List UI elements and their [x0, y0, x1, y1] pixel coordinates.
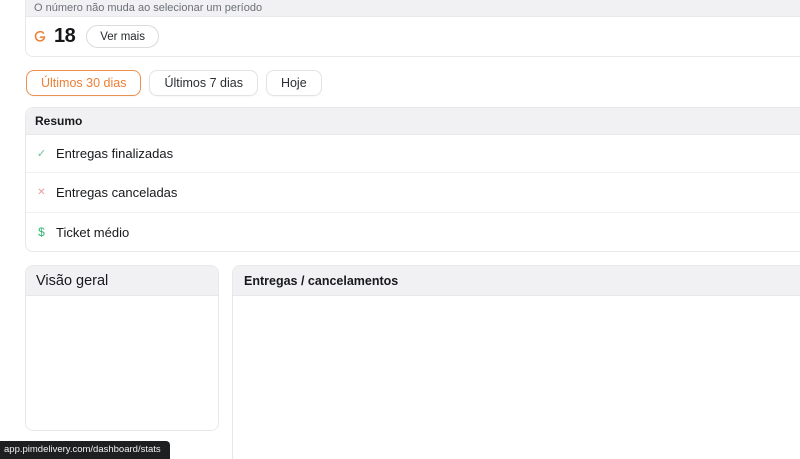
counter-note: O número não muda ao selecionar um perío… [26, 0, 800, 17]
ver-mais-button[interactable]: Ver mais [86, 25, 159, 48]
counter-row: 18 Ver mais [26, 17, 800, 56]
summary-row-avg-ticket: $ Ticket médio [26, 213, 800, 251]
filter-last-30-days[interactable]: Últimos 30 dias [26, 70, 142, 96]
link-status-tooltip: app.pimdelivery.com/dashboard/stats [0, 441, 170, 459]
counter-card: O número não muda ao selecionar um perío… [25, 0, 800, 57]
dollar-icon: $ [38, 225, 45, 239]
summary-row-finished: ✓ Entregas finalizadas [26, 135, 800, 173]
summary-row-label: Entregas finalizadas [56, 146, 174, 161]
g-ring-icon [33, 30, 47, 44]
dashboard-stats-page: O número não muda ao selecionar um perío… [0, 0, 800, 459]
overview-panel-title: Visão geral [26, 266, 218, 296]
deliveries-cancellations-panel: Entregas / cancelamentos [232, 265, 800, 459]
overview-panel: Visão geral [25, 265, 219, 431]
summary-row-label: Ticket médio [56, 224, 130, 240]
deliveries-cancellations-panel-title: Entregas / cancelamentos [233, 266, 800, 296]
summary-title: Resumo [26, 108, 800, 135]
summary-row-label: Entregas canceladas [56, 185, 178, 200]
overview-panel-body [26, 296, 218, 430]
x-icon: ✕ [37, 187, 46, 198]
counter-value: 18 [54, 25, 76, 47]
filter-today[interactable]: Hoje [265, 70, 322, 96]
check-icon: ✓ [36, 148, 47, 160]
deliveries-cancellations-panel-body [233, 296, 800, 459]
period-filters: Últimos 30 dias Últimos 7 dias Hoje [26, 70, 322, 96]
summary-card: Resumo ✓ Entregas finalizadas ✕ Entregas… [25, 107, 800, 252]
filter-last-7-days[interactable]: Últimos 7 dias [149, 70, 258, 96]
summary-row-cancelled: ✕ Entregas canceladas [26, 173, 800, 213]
